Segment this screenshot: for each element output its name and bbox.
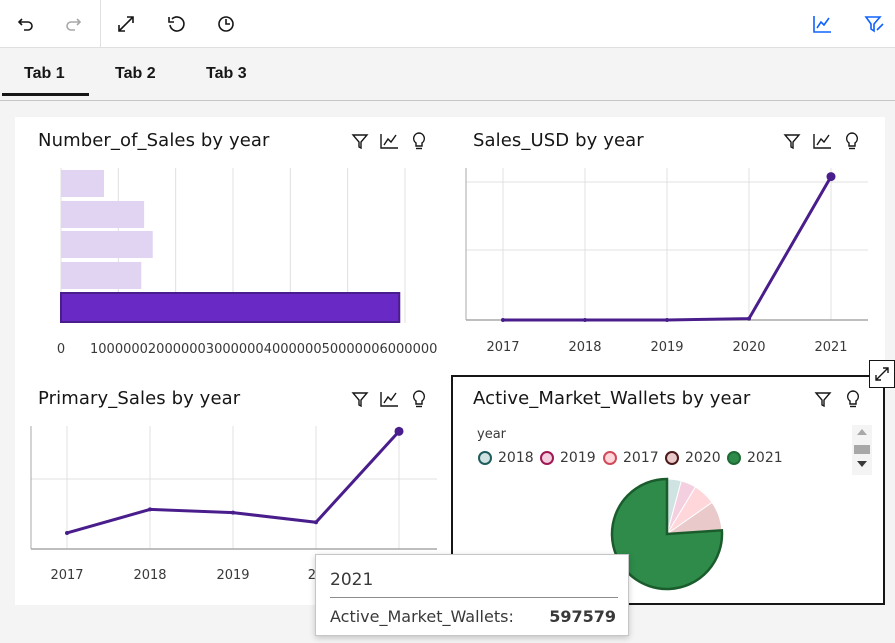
bar-2019 xyxy=(61,231,153,258)
data-point-2021 xyxy=(826,172,836,182)
tooltip-value: 597579 xyxy=(549,607,616,626)
filter-icon[interactable] xyxy=(349,388,371,410)
legend-item-2017[interactable]: 2017 xyxy=(603,449,659,467)
toolbar xyxy=(0,0,895,48)
insight-bulb-icon[interactable] xyxy=(841,130,863,152)
filter-icon[interactable] xyxy=(349,130,371,152)
x-tick-label: 2019 xyxy=(650,340,683,355)
number-of-sales-bar-chart: 0 100000020000003000000400000050000006000… xyxy=(57,168,438,357)
undo-icon[interactable] xyxy=(11,10,39,38)
card-title-primary-sales: Primary_Sales by year xyxy=(38,388,241,409)
chart-icon[interactable] xyxy=(808,10,836,38)
bar-2018 xyxy=(61,201,145,228)
tooltip-label: Active_Market_Wallets: xyxy=(330,607,514,626)
legend-label: 2018 xyxy=(498,450,534,466)
card-title-active-market-wallets: Active_Market_Wallets by year xyxy=(473,388,751,409)
x-tick-label: 2017 xyxy=(50,568,83,583)
data-point-2017 xyxy=(65,530,69,535)
x-tick-label: 2018 xyxy=(568,340,601,355)
legend-item-2018[interactable]: 2018 xyxy=(478,449,534,467)
data-point-2019 xyxy=(665,318,669,322)
bar-2020 xyxy=(61,262,142,289)
data-point-2019 xyxy=(231,510,235,515)
tab-2[interactable]: Tab 2 xyxy=(115,65,156,83)
bar-2021 xyxy=(60,292,401,323)
tab-bar: Tab 1 Tab 2 Tab 3 xyxy=(0,49,895,101)
chart-type-icon[interactable] xyxy=(378,130,400,152)
data-point-2020 xyxy=(747,316,751,321)
x-tick-label: 2017 xyxy=(486,340,519,355)
chart-type-icon[interactable] xyxy=(378,388,400,410)
x-tick-label: 2020 xyxy=(732,340,765,355)
legend-swatch xyxy=(540,451,554,465)
redo-icon[interactable] xyxy=(60,10,88,38)
legend-item-2019[interactable]: 2019 xyxy=(540,449,596,467)
sales-usd-line-chart: 2017 2018 2019 2020 2021 xyxy=(465,168,868,355)
legend-swatch xyxy=(478,451,492,465)
x-tick-label: 2021 xyxy=(814,340,847,355)
tooltip-title: 2021 xyxy=(330,570,374,590)
insight-bulb-icon[interactable] xyxy=(842,388,864,410)
filter-icon[interactable] xyxy=(781,130,803,152)
tab-1[interactable]: Tab 1 xyxy=(24,65,65,83)
x-axis-labels: 0 100000020000003000000400000050000006000… xyxy=(57,342,438,357)
x-tick-label: 2018 xyxy=(133,568,166,583)
chart-type-icon[interactable] xyxy=(811,130,833,152)
expand-card-button[interactable] xyxy=(869,360,895,388)
legend-title: year xyxy=(477,427,507,442)
bar-2017 xyxy=(61,170,104,197)
legend-item-2021[interactable]: 2021 xyxy=(727,449,783,467)
legend-label: 2017 xyxy=(623,450,659,466)
chart-tooltip: 2021 Active_Market_Wallets: 597579 xyxy=(315,554,629,636)
legend-swatch xyxy=(665,451,679,465)
data-point-2018 xyxy=(148,507,152,512)
clock-icon[interactable] xyxy=(212,10,240,38)
legend-label: 2020 xyxy=(685,450,721,466)
data-point-2021 xyxy=(394,426,404,436)
active-tab-indicator xyxy=(2,93,89,96)
data-point-2017 xyxy=(501,318,505,322)
legend-item-2020[interactable]: 2020 xyxy=(665,449,721,467)
data-point-2018 xyxy=(583,318,587,322)
card-title-number-of-sales: Number_of_Sales by year xyxy=(38,130,270,151)
card-title-sales-usd: Sales_USD by year xyxy=(473,130,644,151)
legend-label: 2019 xyxy=(560,450,596,466)
filter-icon[interactable] xyxy=(812,388,834,410)
legend-swatch xyxy=(603,451,617,465)
toolbar-divider xyxy=(100,0,101,48)
legend-swatch xyxy=(727,451,741,465)
data-point-2020 xyxy=(314,520,318,525)
reset-icon[interactable] xyxy=(162,10,190,38)
filter-edit-icon[interactable] xyxy=(860,10,888,38)
insight-bulb-icon[interactable] xyxy=(408,388,430,410)
tab-3[interactable]: Tab 3 xyxy=(206,65,247,83)
x-tick-label: 0 xyxy=(57,342,65,357)
insight-bulb-icon[interactable] xyxy=(408,130,430,152)
legend-scrollbar[interactable] xyxy=(852,425,872,475)
tooltip-divider xyxy=(330,597,618,598)
expand-icon[interactable] xyxy=(112,10,140,38)
legend-label: 2021 xyxy=(747,450,783,466)
x-tick-label: 2019 xyxy=(216,568,249,583)
x-tick-label: 1000000200000030000004000000500000060000… xyxy=(90,342,437,357)
